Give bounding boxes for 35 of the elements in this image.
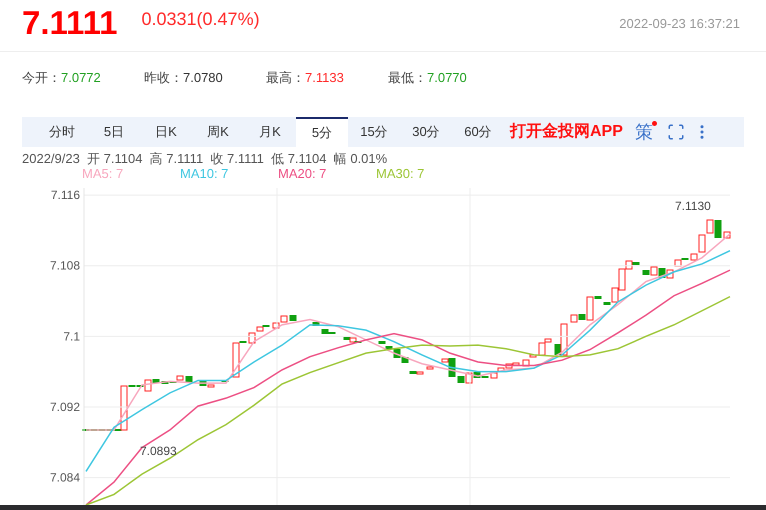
y-axis-label: 7.084 [50,470,80,485]
period-tab[interactable]: 5分 [296,117,348,147]
stat-label: 昨收： [144,69,183,88]
period-tab[interactable]: 30分 [400,117,452,147]
ma-legend-label: MA30: 7 [376,167,426,181]
stat-value: 7.0780 [183,69,223,88]
y-axis-label: 7.108 [50,258,80,273]
stat-label: 最高： [266,69,305,88]
stat-value: 7.1133 [305,69,344,88]
open-app-link[interactable]: 打开金投网APP [510,120,623,144]
fullscreen-icon[interactable] [666,123,685,141]
stat-value: 7.0772 [61,69,101,88]
current-price: 7.1111 [22,6,118,39]
period-tab[interactable]: 60分 [452,117,504,147]
period-tab[interactable]: 5日 [88,117,140,147]
period-tab[interactable]: 15分 [348,117,400,147]
ma-legend-label: MA5: 7 [82,167,124,181]
stat-value: 7.0770 [427,69,467,88]
period-tab[interactable]: 日K [140,117,192,147]
ma-legend-label: MA20: 7 [278,167,328,181]
y-axis-label: 7.116 [50,188,80,202]
strategy-button[interactable]: 策 [634,117,653,147]
timestamp: 2022-09-23 16:37:21 [619,15,740,33]
y-axis-label: 7.092 [50,400,80,414]
y-axis-label: 7.1 [63,329,80,344]
period-tab[interactable]: 分时 [36,117,88,147]
period-tab[interactable]: 月K [244,117,296,147]
ma-legend-label: MA10: 7 [180,167,230,181]
stat-label: 最低： [388,69,427,88]
price-annotation: 7.1130 [675,199,711,213]
price-annotation: 7.0893 [140,444,177,458]
price-change: 0.0331(0.47%) [141,10,260,28]
stat-label: 今开： [22,69,61,88]
bar-info: 2022/9/23 开 7.1104 高 7.1111 收 7.1111 低 7.1104 幅 0.01% [22,151,388,166]
period-tab[interactable]: 周K [192,117,244,147]
